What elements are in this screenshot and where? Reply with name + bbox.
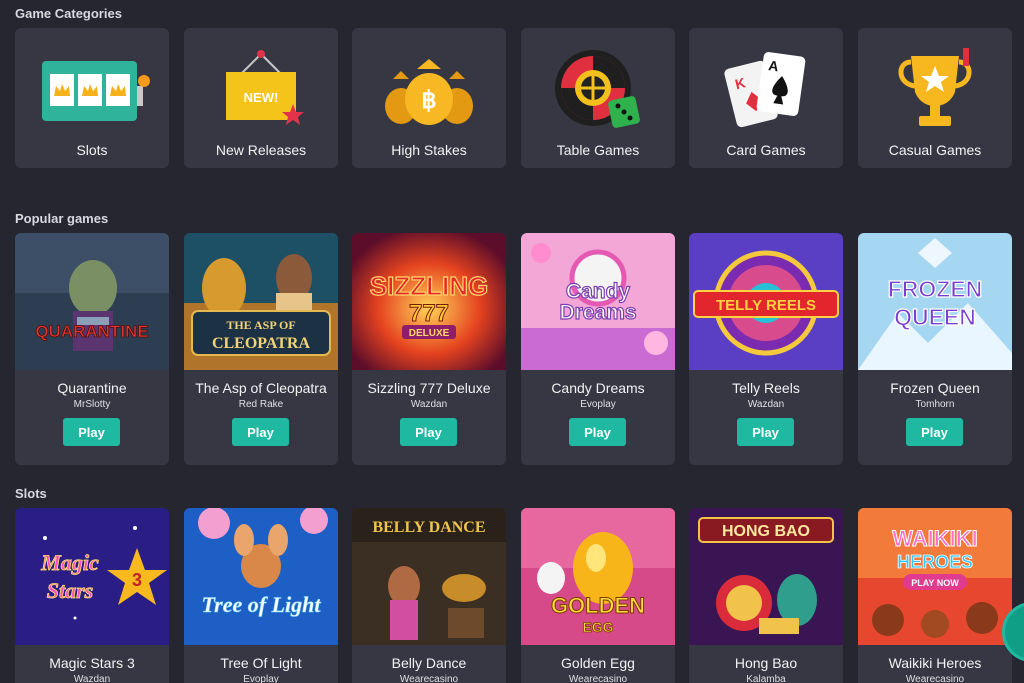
game-provider: Wazdan xyxy=(410,399,448,410)
game-thumbnail[interactable]: GOLDEN EGG xyxy=(521,508,675,645)
game-provider: Tomhorn xyxy=(915,399,955,410)
thumb-title: QUARANTINE xyxy=(35,322,148,341)
game-thumbnail[interactable]: Tree of Light xyxy=(184,508,338,645)
game-card-telly-reels[interactable]: TELLY REELS Telly Reels Wazdan Play xyxy=(689,233,843,465)
game-provider: Wearecasino xyxy=(905,674,965,683)
category-high-stakes[interactable]: ฿ High Stakes xyxy=(352,28,506,168)
game-name: The Asp of Cleopatra xyxy=(195,380,327,396)
game-name: Quarantine xyxy=(57,380,127,396)
game-thumbnail[interactable]: QUARANTINE xyxy=(15,233,169,370)
game-card-golden-egg[interactable]: GOLDEN EGG Golden Egg Wearecasino xyxy=(521,508,675,683)
game-name: Telly Reels xyxy=(732,380,800,396)
category-label: Card Games xyxy=(726,142,806,158)
game-thumbnail[interactable]: HONG BAO xyxy=(689,508,843,645)
thumb-play-now: PLAY NOW xyxy=(911,578,959,588)
category-card-games[interactable]: K A Card Games xyxy=(689,28,843,168)
game-card-magic-stars-3[interactable]: 3 Magic Stars Magic Stars 3 Wazdan xyxy=(15,508,169,683)
trophy-icon xyxy=(858,46,1012,136)
category-label: High Stakes xyxy=(391,142,467,158)
section-title-slots: Slots xyxy=(15,486,47,501)
svg-text:Candy: Candy xyxy=(566,280,631,303)
svg-text:EGG: EGG xyxy=(582,619,613,635)
category-label: Casual Games xyxy=(888,142,982,158)
game-thumbnail[interactable]: SIZZLING 777 DELUXE xyxy=(352,233,506,370)
play-button[interactable]: Play xyxy=(63,418,120,446)
game-name: Tree Of Light xyxy=(220,655,302,671)
svg-text:777: 777 xyxy=(409,300,449,327)
game-name: Hong Bao xyxy=(734,655,798,671)
svg-text:CLEOPATRA: CLEOPATRA xyxy=(212,335,311,352)
svg-text:BELLY DANCE: BELLY DANCE xyxy=(372,519,485,536)
play-button[interactable]: Play xyxy=(737,418,794,446)
new-badge-text: NEW! xyxy=(244,90,279,105)
game-card-quarantine[interactable]: QUARANTINE Quarantine MrSlotty Play xyxy=(15,233,169,465)
svg-text:3: 3 xyxy=(132,570,142,590)
svg-text:FROZEN: FROZEN xyxy=(888,276,983,302)
game-provider: MrSlotty xyxy=(73,399,111,410)
game-provider: Red Rake xyxy=(238,399,284,410)
svg-text:WAIKIKI: WAIKIKI xyxy=(892,526,978,551)
category-label: New Releases xyxy=(215,142,307,158)
money-bags-icon: ฿ xyxy=(352,46,506,136)
game-card-waikiki-heroes[interactable]: WAIKIKI HEROES PLAY NOW Waikiki Heroes W… xyxy=(858,508,1012,683)
category-casual-games[interactable]: Casual Games xyxy=(858,28,1012,168)
play-button[interactable]: Play xyxy=(569,418,626,446)
game-thumbnail[interactable]: BELLY DANCE xyxy=(352,508,506,645)
game-provider: Wazdan xyxy=(747,399,785,410)
category-table-games[interactable]: Table Games xyxy=(521,28,675,168)
svg-text:Tree of Light: Tree of Light xyxy=(202,592,322,617)
game-card-asp-of-cleopatra[interactable]: THE ASP OF CLEOPATRA The Asp of Cleopatr… xyxy=(184,233,338,465)
category-label: Table Games xyxy=(556,142,640,158)
game-name: Sizzling 777 Deluxe xyxy=(367,380,491,396)
game-thumbnail[interactable]: TELLY REELS xyxy=(689,233,843,370)
svg-text:DELUXE: DELUXE xyxy=(409,328,450,339)
svg-text:฿: ฿ xyxy=(421,87,436,114)
game-thumbnail[interactable]: 3 Magic Stars xyxy=(15,508,169,645)
game-thumbnail[interactable]: FROZEN QUEEN xyxy=(858,233,1012,370)
roulette-icon xyxy=(521,46,675,136)
category-slots[interactable]: Slots xyxy=(15,28,169,168)
svg-text:HEROES: HEROES xyxy=(897,552,973,572)
game-thumbnail[interactable]: Candy Dreams xyxy=(521,233,675,370)
svg-text:SIZZLING: SIZZLING xyxy=(370,271,488,301)
svg-text:Stars: Stars xyxy=(47,578,93,603)
game-name: Waikiki Heroes xyxy=(888,655,982,671)
game-name: Frozen Queen xyxy=(890,380,980,396)
game-provider: Wearecasino xyxy=(399,674,459,683)
playing-cards-icon: K A xyxy=(689,46,843,136)
new-sign-icon: NEW! xyxy=(184,46,338,136)
game-provider: Wazdan xyxy=(73,674,111,683)
svg-text:Dreams: Dreams xyxy=(559,301,636,324)
svg-text:GOLDEN: GOLDEN xyxy=(551,593,645,618)
svg-text:HONG BAO: HONG BAO xyxy=(722,523,810,540)
svg-text:QUEEN: QUEEN xyxy=(894,304,976,330)
game-provider: Evoplay xyxy=(243,674,279,683)
game-thumbnail[interactable]: THE ASP OF CLEOPATRA xyxy=(184,233,338,370)
category-new-releases[interactable]: NEW! New Releases xyxy=(184,28,338,168)
game-card-tree-of-light[interactable]: Tree of Light Tree Of Light Evoplay xyxy=(184,508,338,683)
svg-text:Magic: Magic xyxy=(40,550,99,575)
game-name: Belly Dance xyxy=(391,655,467,671)
game-provider: Wearecasino xyxy=(568,674,628,683)
game-card-belly-dance[interactable]: BELLY DANCE Belly Dance Wearecasino xyxy=(352,508,506,683)
game-name: Golden Egg xyxy=(561,655,635,671)
game-card-frozen-queen[interactable]: FROZEN QUEEN Frozen Queen Tomhorn Play xyxy=(858,233,1012,465)
play-button[interactable]: Play xyxy=(232,418,289,446)
game-name: Candy Dreams xyxy=(551,380,645,396)
game-card-candy-dreams[interactable]: Candy Dreams Candy Dreams Evoplay Play xyxy=(521,233,675,465)
game-provider: Evoplay xyxy=(580,399,616,410)
game-thumbnail[interactable]: WAIKIKI HEROES PLAY NOW xyxy=(858,508,1012,645)
play-button[interactable]: Play xyxy=(400,418,457,446)
svg-text:TELLY REELS: TELLY REELS xyxy=(716,297,816,314)
category-label: Slots xyxy=(76,142,108,158)
play-button[interactable]: Play xyxy=(906,418,963,446)
game-card-hong-bao[interactable]: HONG BAO Hong Bao Kalamba xyxy=(689,508,843,683)
game-provider: Kalamba xyxy=(746,674,786,683)
game-card-sizzling-777-deluxe[interactable]: SIZZLING 777 DELUXE Sizzling 777 Deluxe … xyxy=(352,233,506,465)
slot-machine-icon xyxy=(15,46,169,136)
section-title-categories: Game Categories xyxy=(15,6,122,21)
svg-text:THE ASP OF: THE ASP OF xyxy=(226,318,295,332)
game-name: Magic Stars 3 xyxy=(49,655,135,671)
section-title-popular: Popular games xyxy=(15,211,109,226)
